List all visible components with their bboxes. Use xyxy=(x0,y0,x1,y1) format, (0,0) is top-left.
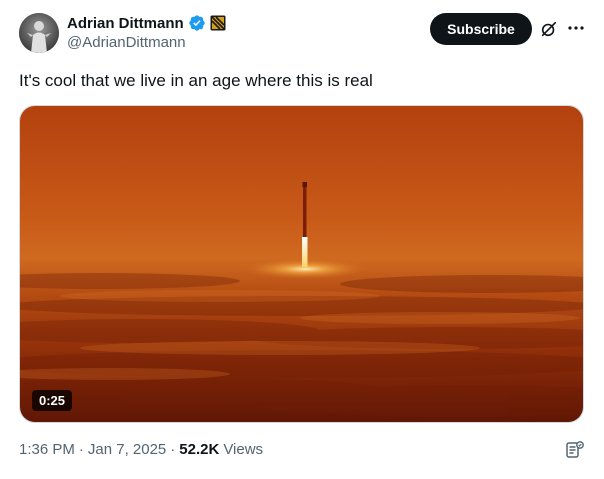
author-handle[interactable]: @AdrianDittmann xyxy=(67,34,186,51)
verified-badge-icon[interactable] xyxy=(188,14,206,32)
video-duration-badge: 0:25 xyxy=(32,390,73,411)
avatar-image xyxy=(19,13,59,53)
tweet-meta: 1:36 PM · Jan 7, 2025 · 52.2K Views xyxy=(19,441,263,458)
tweet-text: It's cool that we live in an age where t… xyxy=(19,71,373,90)
affiliate-badge-icon[interactable] xyxy=(210,15,226,31)
more-horizontal-icon[interactable] xyxy=(566,18,586,38)
meta-separator-2: · xyxy=(170,441,176,458)
author-name-row[interactable]: Adrian Dittmann xyxy=(67,13,226,33)
views-count: 52.2K xyxy=(179,441,220,458)
meta-separator: · xyxy=(78,441,84,458)
grok-slash-icon[interactable] xyxy=(540,20,558,38)
views-label: Views xyxy=(223,441,264,458)
subscribe-button[interactable]: Subscribe xyxy=(430,13,532,45)
author-display-name[interactable]: Adrian Dittmann xyxy=(67,15,184,32)
tweet-date[interactable]: Jan 7, 2025 xyxy=(88,441,166,458)
avatar[interactable] xyxy=(19,13,59,53)
video-player[interactable] xyxy=(19,105,584,423)
post-analytics-icon[interactable] xyxy=(565,440,585,460)
video-thumbnail xyxy=(20,106,583,422)
tweet-time[interactable]: 1:36 PM xyxy=(19,441,75,458)
